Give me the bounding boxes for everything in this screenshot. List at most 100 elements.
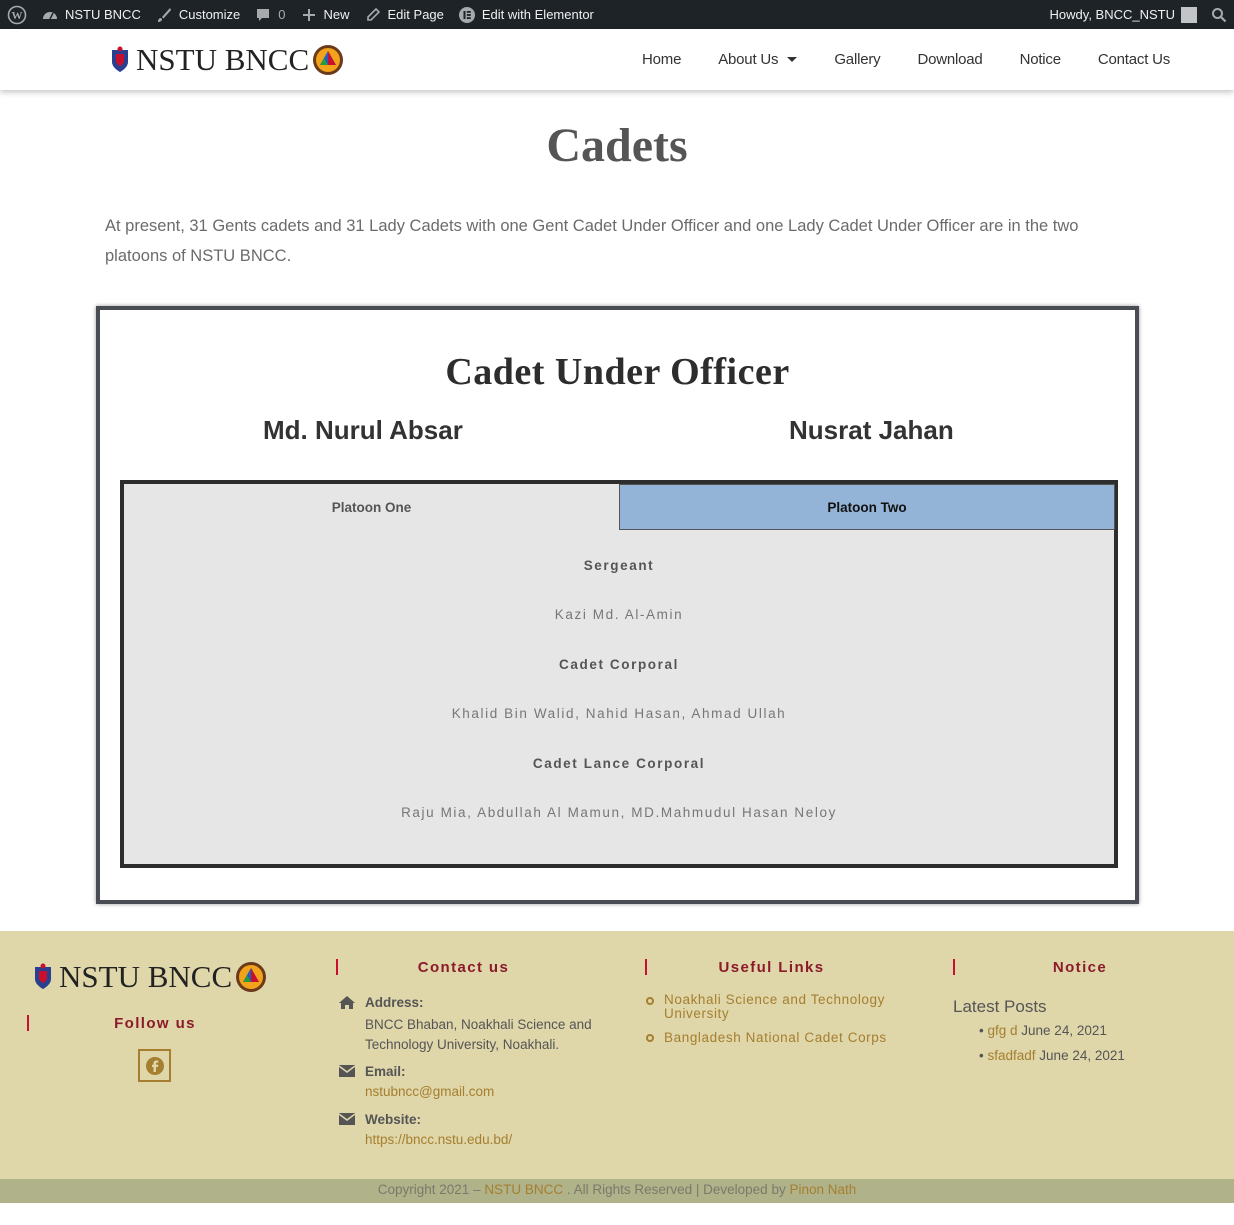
post-item: • gfg d June 24, 2021 — [979, 1023, 1107, 1038]
contact-divider — [336, 959, 338, 975]
brush-icon — [155, 6, 173, 24]
copyright-bar: Copyright 2021 – NSTU BNCC . All Rights … — [0, 1179, 1234, 1203]
new-content-menu[interactable]: New — [293, 0, 357, 29]
cadets-card: Cadet Under Officer Md. Nurul Absar Nusr… — [96, 306, 1139, 904]
wordpress-icon: W — [7, 5, 27, 24]
website-link[interactable]: https://bncc.nstu.edu.bd/ — [365, 1132, 512, 1147]
bncc-crest-icon — [35, 963, 51, 989]
site-name-label: NSTU BNCC — [65, 7, 141, 22]
nav-gallery-label: Gallery — [834, 51, 881, 68]
follow-heading: Follow us — [114, 1015, 196, 1032]
address-label: Address: — [365, 995, 424, 1010]
envelope-icon — [338, 1065, 356, 1077]
footer-logo-text: NSTU BNCC — [59, 959, 233, 994]
names-corporal: Khalid Bin Walid, Nahid Hasan, Ahmad Ull… — [451, 706, 787, 721]
new-label: New — [323, 7, 350, 22]
post-date: June 24, 2021 — [1039, 1048, 1125, 1063]
post-item: • sfadfadf June 24, 2021 — [979, 1048, 1125, 1063]
nav-notice-label: Notice — [1019, 51, 1062, 68]
latest-posts-heading: Latest Posts — [953, 997, 1047, 1016]
rank-corporal: Cadet Corporal — [559, 657, 679, 672]
names-sergeant: Kazi Md. Al-Amin — [554, 607, 684, 622]
account-menu[interactable]: Howdy, BNCC_NSTU — [1043, 0, 1204, 29]
plus-icon — [300, 6, 318, 24]
developer-link[interactable]: Pinon Nath — [789, 1182, 856, 1197]
home-icon — [339, 996, 355, 1009]
address-text: BNCC Bhaban, Noakhali Science and Techno… — [365, 1017, 592, 1052]
svg-text:W: W — [12, 10, 23, 22]
tab-platoon-one[interactable]: Platoon One — [124, 484, 619, 530]
admin-bar: W NSTU BNCC Customize 0 New Edit Page Ed… — [0, 0, 1234, 29]
notice-heading: Notice — [1052, 959, 1108, 976]
search-icon — [1212, 7, 1227, 22]
logo-text: NSTU BNCC — [136, 42, 310, 77]
main-nav: Home About Us Gallery Download Notice Co… — [642, 29, 1170, 90]
cuo-name-lady: Nusrat Jahan — [789, 415, 954, 445]
copyright-middle: . All Rights Reserved | Developed by — [563, 1182, 790, 1197]
post-link[interactable]: sfadfadf — [987, 1048, 1035, 1063]
comments-menu[interactable]: 0 — [247, 0, 292, 29]
nav-notice[interactable]: Notice — [1019, 51, 1062, 68]
bncc-emblem-icon — [236, 962, 267, 992]
site-header: NSTU BNCC Home About Us Gallery Download… — [0, 29, 1234, 90]
facebook-icon — [145, 1056, 164, 1075]
avatar — [1181, 6, 1197, 23]
rank-sergeant: Sergeant — [583, 558, 655, 573]
envelope-icon — [338, 1113, 356, 1125]
tab-platoon-two[interactable]: Platoon Two — [619, 484, 1115, 530]
email-label: Email: — [365, 1064, 406, 1079]
email-link[interactable]: nstubncc@gmail.com — [365, 1084, 494, 1099]
comment-count: 0 — [278, 7, 286, 22]
follow-divider — [27, 1015, 29, 1031]
pencil-icon — [364, 6, 382, 24]
customize-menu[interactable]: Customize — [148, 0, 247, 29]
rank-lance-corporal: Cadet Lance Corporal — [532, 756, 706, 771]
links-heading: Useful Links — [718, 959, 825, 976]
dashboard-icon — [41, 6, 59, 24]
howdy-label: Howdy, BNCC_NSTU — [1049, 7, 1175, 22]
wordpress-logo-button[interactable]: W — [0, 0, 34, 29]
nav-contact-us[interactable]: Contact Us — [1098, 51, 1170, 68]
cuo-name-gent: Md. Nurul Absar — [263, 415, 463, 445]
footer-logo[interactable]: NSTU BNCC — [33, 959, 267, 995]
nav-about-label: About Us — [718, 51, 779, 68]
nav-home-label: Home — [642, 51, 682, 68]
nav-home[interactable]: Home — [642, 51, 681, 68]
edit-page-label: Edit Page — [387, 7, 444, 22]
chevron-down-icon — [787, 57, 798, 62]
names-lance-corporal: Raju Mia, Abdullah Al Mamun, MD.Mahmudul… — [401, 805, 837, 820]
notice-divider — [953, 959, 955, 975]
site-name-menu[interactable]: NSTU BNCC — [34, 0, 148, 29]
platoon-tabs: Platoon One Platoon Two Sergeant Kazi Md… — [120, 480, 1118, 868]
nav-contact-label: Contact Us — [1097, 51, 1171, 68]
site-logo[interactable]: NSTU BNCC — [110, 42, 344, 78]
bncc-emblem-icon — [313, 45, 344, 75]
cuo-heading: Cadet Under Officer — [445, 351, 790, 393]
site-footer: NSTU BNCC Follow us Contact us Address: … — [0, 931, 1234, 1179]
facebook-button[interactable] — [138, 1049, 171, 1082]
nav-gallery[interactable]: Gallery — [834, 51, 880, 68]
admin-search-button[interactable] — [1204, 0, 1234, 29]
edit-elementor-menu[interactable]: Edit with Elementor — [451, 0, 601, 29]
contact-heading: Contact us — [417, 959, 510, 976]
comment-icon — [254, 6, 272, 24]
intro-paragraph: At present, 31 Gents cadets and 31 Lady … — [105, 217, 1079, 265]
post-link[interactable]: gfg d — [987, 1023, 1017, 1038]
link-nstu[interactable]: Noakhali Science and Technology Universi… — [664, 993, 894, 1021]
page-title: Cadets — [546, 119, 688, 172]
bullet-icon — [646, 997, 654, 1005]
copyright-site-link[interactable]: NSTU BNCC — [484, 1182, 563, 1197]
edit-elementor-label: Edit with Elementor — [481, 7, 594, 22]
bullet-icon — [646, 1034, 654, 1042]
customize-label: Customize — [178, 7, 241, 22]
link-bncc[interactable]: Bangladesh National Cadet Corps — [664, 1030, 887, 1045]
copyright-prefix: Copyright 2021 – — [377, 1182, 485, 1197]
nav-about-us[interactable]: About Us — [718, 51, 798, 68]
edit-page-menu[interactable]: Edit Page — [357, 0, 451, 29]
bncc-crest-icon — [112, 46, 128, 72]
elementor-icon — [458, 6, 476, 24]
nav-download[interactable]: Download — [917, 51, 982, 68]
nav-download-label: Download — [917, 51, 983, 68]
post-date: June 24, 2021 — [1021, 1023, 1107, 1038]
links-divider — [645, 959, 647, 975]
